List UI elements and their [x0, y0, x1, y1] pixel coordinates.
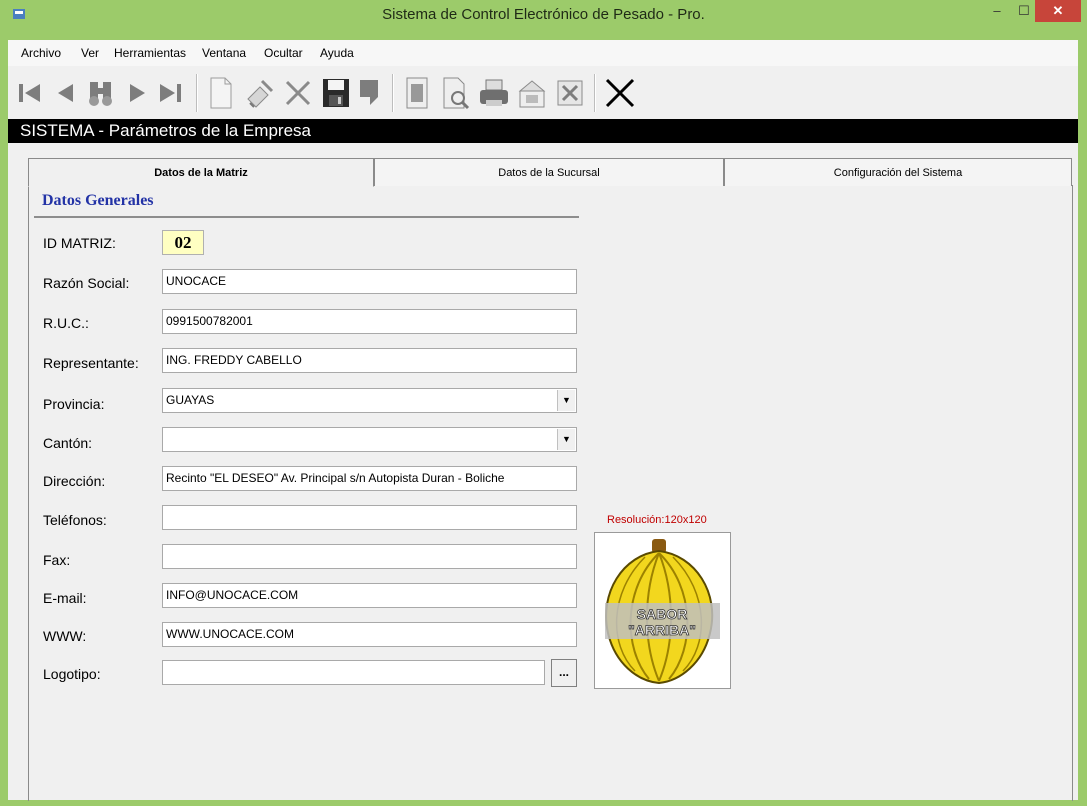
toolbar-separator — [196, 74, 198, 112]
previous-record-icon[interactable] — [50, 74, 80, 112]
menu-bar: Archivo Ver Herramientas Ventana Ocultar… — [8, 40, 1078, 67]
menu-ver[interactable]: Ver — [81, 46, 99, 60]
ruc-label: R.U.C.: — [43, 315, 89, 331]
provincia-label: Provincia: — [43, 396, 105, 412]
logotipo-input[interactable] — [162, 660, 545, 685]
search-icon[interactable] — [84, 74, 118, 112]
logo-text-line1: SABOR — [637, 606, 688, 622]
first-record-icon[interactable] — [14, 74, 46, 112]
www-label: WWW: — [43, 628, 87, 644]
tab-datos-sucursal[interactable]: Datos de la Sucursal — [374, 158, 724, 186]
logotipo-label: Logotipo: — [43, 666, 101, 682]
module-title: SISTEMA - Parámetros de la Empresa — [20, 121, 311, 140]
next-record-icon[interactable] — [122, 74, 152, 112]
canton-label: Cantón: — [43, 435, 93, 451]
window-title: Sistema de Control Electrónico de Pesado… — [382, 6, 705, 23]
resolution-label: Resolución:120x120 — [607, 514, 707, 526]
representante-label: Representante: — [43, 355, 139, 371]
edit-icon[interactable] — [242, 74, 278, 112]
razon-social-label: Razón Social: — [43, 275, 130, 291]
section-divider — [34, 216, 579, 218]
new-document-icon[interactable] — [204, 74, 238, 112]
app-window: Sistema de Control Electrónico de Pesado… — [0, 0, 1087, 806]
id-matriz-value: 02 — [162, 230, 204, 255]
module-header: SISTEMA - Parámetros de la Empresa — [8, 119, 1078, 143]
exit-icon[interactable] — [602, 74, 638, 112]
menu-herramientas[interactable]: Herramientas — [114, 46, 186, 60]
chevron-down-icon[interactable]: ▼ — [557, 429, 575, 450]
tab-configuracion-sistema[interactable]: Configuración del Sistema — [724, 158, 1072, 186]
section-title: Datos Generales — [42, 192, 154, 209]
chevron-down-icon[interactable]: ▼ — [557, 390, 575, 411]
undo-icon[interactable] — [354, 74, 384, 112]
export-icon[interactable] — [514, 74, 550, 112]
direccion-label: Dirección: — [43, 473, 106, 489]
fax-label: Fax: — [43, 552, 71, 568]
menu-ayuda[interactable]: Ayuda — [320, 46, 354, 60]
tab-strip: Datos de la Matriz Datos de la Sucursal … — [28, 158, 1072, 187]
logo-text-line2: "ARRIBA" — [628, 622, 696, 638]
last-record-icon[interactable] — [154, 74, 186, 112]
excel-icon[interactable] — [552, 74, 588, 112]
save-icon[interactable] — [318, 74, 354, 112]
email-input[interactable]: INFO@UNOCACE.COM — [162, 583, 577, 608]
provincia-selected-value: GUAYAS — [166, 393, 215, 407]
close-button[interactable]: ✕ — [1035, 0, 1081, 22]
www-input[interactable]: WWW.UNOCACE.COM — [162, 622, 577, 647]
print-icon[interactable] — [476, 74, 512, 112]
ruc-input[interactable]: 0991500782001 — [162, 309, 577, 334]
logo-preview[interactable]: SABOR "ARRIBA" — [594, 532, 731, 689]
tab-datos-matriz[interactable]: Datos de la Matriz — [28, 158, 374, 187]
canton-select[interactable]: ▼ — [162, 427, 577, 452]
toolbar — [8, 66, 1078, 119]
menu-ventana[interactable]: Ventana — [202, 46, 246, 60]
delete-icon[interactable] — [280, 74, 316, 112]
representante-input[interactable]: ING. FREDDY CABELLO — [162, 348, 577, 373]
telefonos-input[interactable] — [162, 505, 577, 530]
direccion-input[interactable]: Recinto "EL DESEO" Av. Principal s/n Aut… — [162, 466, 577, 491]
title-bar[interactable]: Sistema de Control Electrónico de Pesado… — [0, 0, 1087, 30]
preview-icon[interactable] — [438, 74, 474, 112]
toolbar-separator — [594, 74, 596, 112]
telefonos-label: Teléfonos: — [43, 512, 107, 528]
cacao-pod-logo: SABOR "ARRIBA" — [605, 539, 720, 685]
fax-input[interactable] — [162, 544, 577, 569]
menu-ocultar[interactable]: Ocultar — [264, 46, 303, 60]
razon-social-input[interactable]: UNOCACE — [162, 269, 577, 294]
report-icon[interactable] — [400, 74, 434, 112]
provincia-select[interactable]: GUAYAS ▼ — [162, 388, 577, 413]
browse-button[interactable]: ... — [551, 659, 577, 687]
email-label: E-mail: — [43, 590, 87, 606]
menu-archivo[interactable]: Archivo — [21, 46, 61, 60]
id-matriz-label: ID MATRIZ: — [43, 235, 116, 251]
toolbar-separator — [392, 74, 394, 112]
